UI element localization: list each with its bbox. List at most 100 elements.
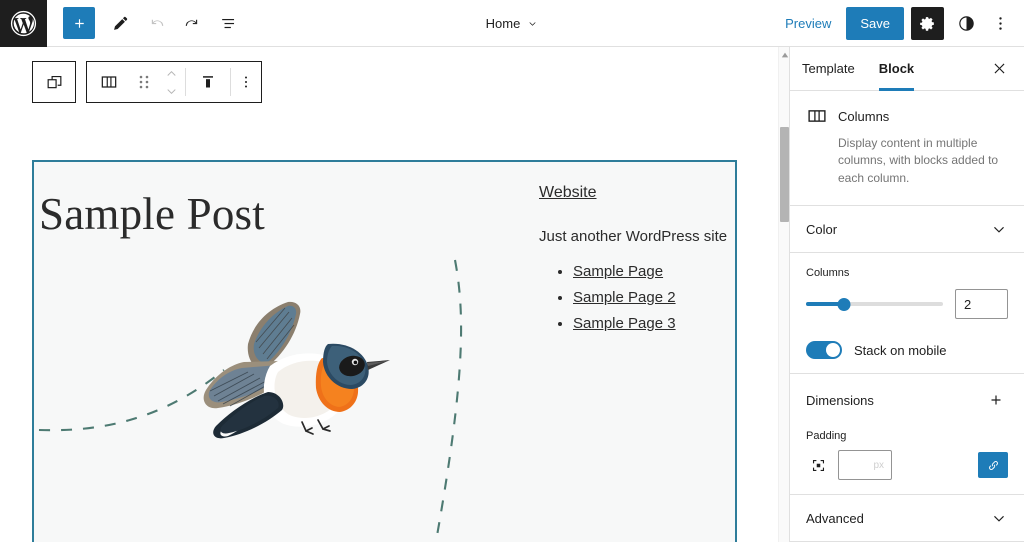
column-right[interactable]: Website Just another WordPress site Samp… [500,162,735,542]
drag-handle-dots-icon [139,75,149,89]
dimensions-section-header: Dimensions [806,388,1008,412]
wordpress-logo-icon[interactable] [0,0,47,47]
gear-settings-icon [920,16,934,31]
list-view-button[interactable] [211,6,245,40]
block-description: Display content in multiple columns, wit… [838,136,999,185]
canvas-scrollbar[interactable] [778,47,789,542]
tab-block[interactable]: Block [867,47,926,91]
editor-main: Sample Post Website Just another WordPre… [0,47,1024,542]
nav-link-sample-page-3[interactable]: Sample Page 3 [573,315,676,332]
columns-count-control [806,289,1008,320]
select-parent-group [32,61,76,103]
close-sidebar-button[interactable] [982,52,1016,86]
bird-image-block[interactable] [34,258,500,542]
block-info-card: Columns Display content in multiple colu… [790,91,1024,207]
columns-block-icon [808,110,826,122]
color-section-title: Color [806,221,838,237]
sidebar-tabs: Template Block [790,47,1024,91]
list-item: Sample Page 3 [573,315,735,332]
pencil-edit-icon [113,16,127,30]
color-section-header[interactable]: Color [806,220,1008,238]
columns-number-input[interactable] [955,289,1008,320]
advanced-section[interactable]: Advanced [790,495,1024,542]
columns-settings-section: Columns Stack on mobile [790,253,1024,375]
scroll-up-arrow-icon[interactable] [779,49,789,60]
columns-count-label: Columns [806,267,850,280]
advanced-section-title: Advanced [806,510,864,526]
more-vertical-dots-icon [244,76,248,88]
block-type-button[interactable] [87,62,131,102]
toggle-knob [826,343,840,358]
align-top-icon [203,76,213,88]
list-view-icon [221,18,234,28]
nav-link-sample-page[interactable]: Sample Page [573,263,663,280]
padding-box-icon [806,453,830,477]
block-options-button[interactable] [231,62,261,102]
link-sides-icon [988,460,998,470]
columns-block-icon [101,76,117,88]
link-padding-sides-button[interactable] [978,452,1008,479]
more-options-button[interactable] [988,7,1012,40]
block-info-header: Columns [806,105,1008,127]
move-block-down-button[interactable] [159,83,183,100]
add-block-button[interactable] [63,7,95,39]
padding-unit-label: px [873,459,884,471]
chevron-down-icon [529,22,536,26]
color-section[interactable]: Color [790,206,1024,254]
top-bar-left-tools [47,6,245,40]
save-button[interactable]: Save [846,6,904,40]
styles-button[interactable] [951,7,981,40]
settings-toggle-button[interactable] [911,6,944,40]
block-movers [157,62,185,102]
padding-value-input[interactable]: px [838,450,892,481]
contrast-half-circle-icon [958,15,974,31]
site-title-link[interactable]: Website [539,184,597,202]
navigation-list: Sample Page Sample Page 2 Sample Page 3 [557,263,735,332]
padding-control-row: px [806,450,1008,481]
block-name-label: Columns [838,108,890,124]
top-bar-right-tools: Preview Save [777,6,1024,40]
stack-on-mobile-control[interactable]: Stack on mobile [806,341,1008,360]
chevron-up-icon [166,70,176,76]
slider-thumb[interactable] [837,297,851,311]
column-left[interactable]: Sample Post [34,162,500,542]
editor-top-bar: Home Preview Save [0,0,1024,47]
plus-icon [74,18,84,28]
dimensions-section: Dimensions Padding px [790,374,1024,496]
close-x-icon [994,63,1004,74]
canvas-scrollbar-thumb[interactable] [780,127,789,222]
canvas-scroll-area: Sample Post Website Just another WordPre… [0,47,778,542]
select-parent-block-icon [47,75,61,88]
document-title-label: Home [485,16,521,31]
chevron-down-icon [990,509,1008,527]
undo-button[interactable] [139,6,173,40]
padding-label: Padding [806,430,847,443]
wordpress-site-editor: Home Preview Save Sample Post Website Ju… [0,0,1024,542]
vertical-align-button[interactable] [186,62,230,102]
list-item: Sample Page [573,263,735,280]
plus-icon [991,395,1001,405]
columns-block-selected[interactable]: Sample Post Website Just another WordPre… [32,160,737,542]
preview-button[interactable]: Preview [777,10,839,37]
drag-handle-button[interactable] [131,62,157,102]
advanced-section-header[interactable]: Advanced [806,509,1008,527]
block-tools-group [86,61,262,103]
document-title-dropdown[interactable]: Home [476,10,549,37]
dimensions-section-title: Dimensions [806,392,874,408]
add-dimension-button[interactable] [984,388,1008,412]
columns-range-slider[interactable] [806,295,943,313]
post-title-heading[interactable]: Sample Post [34,189,500,240]
tab-template[interactable]: Template [790,47,867,91]
select-parent-block-button[interactable] [33,62,75,102]
chevron-down-icon [990,220,1008,238]
chevron-down-icon [166,88,176,94]
nav-link-sample-page-2[interactable]: Sample Page 2 [573,289,676,306]
list-item: Sample Page 2 [573,289,735,306]
edit-tool-button[interactable] [103,6,137,40]
stack-on-mobile-label: Stack on mobile [854,342,947,358]
editor-canvas: Sample Post Website Just another WordPre… [0,47,789,542]
flying-bird-illustration [38,259,463,542]
stack-on-mobile-toggle[interactable] [806,341,842,360]
redo-button[interactable] [175,6,209,40]
move-block-up-button[interactable] [159,65,183,82]
